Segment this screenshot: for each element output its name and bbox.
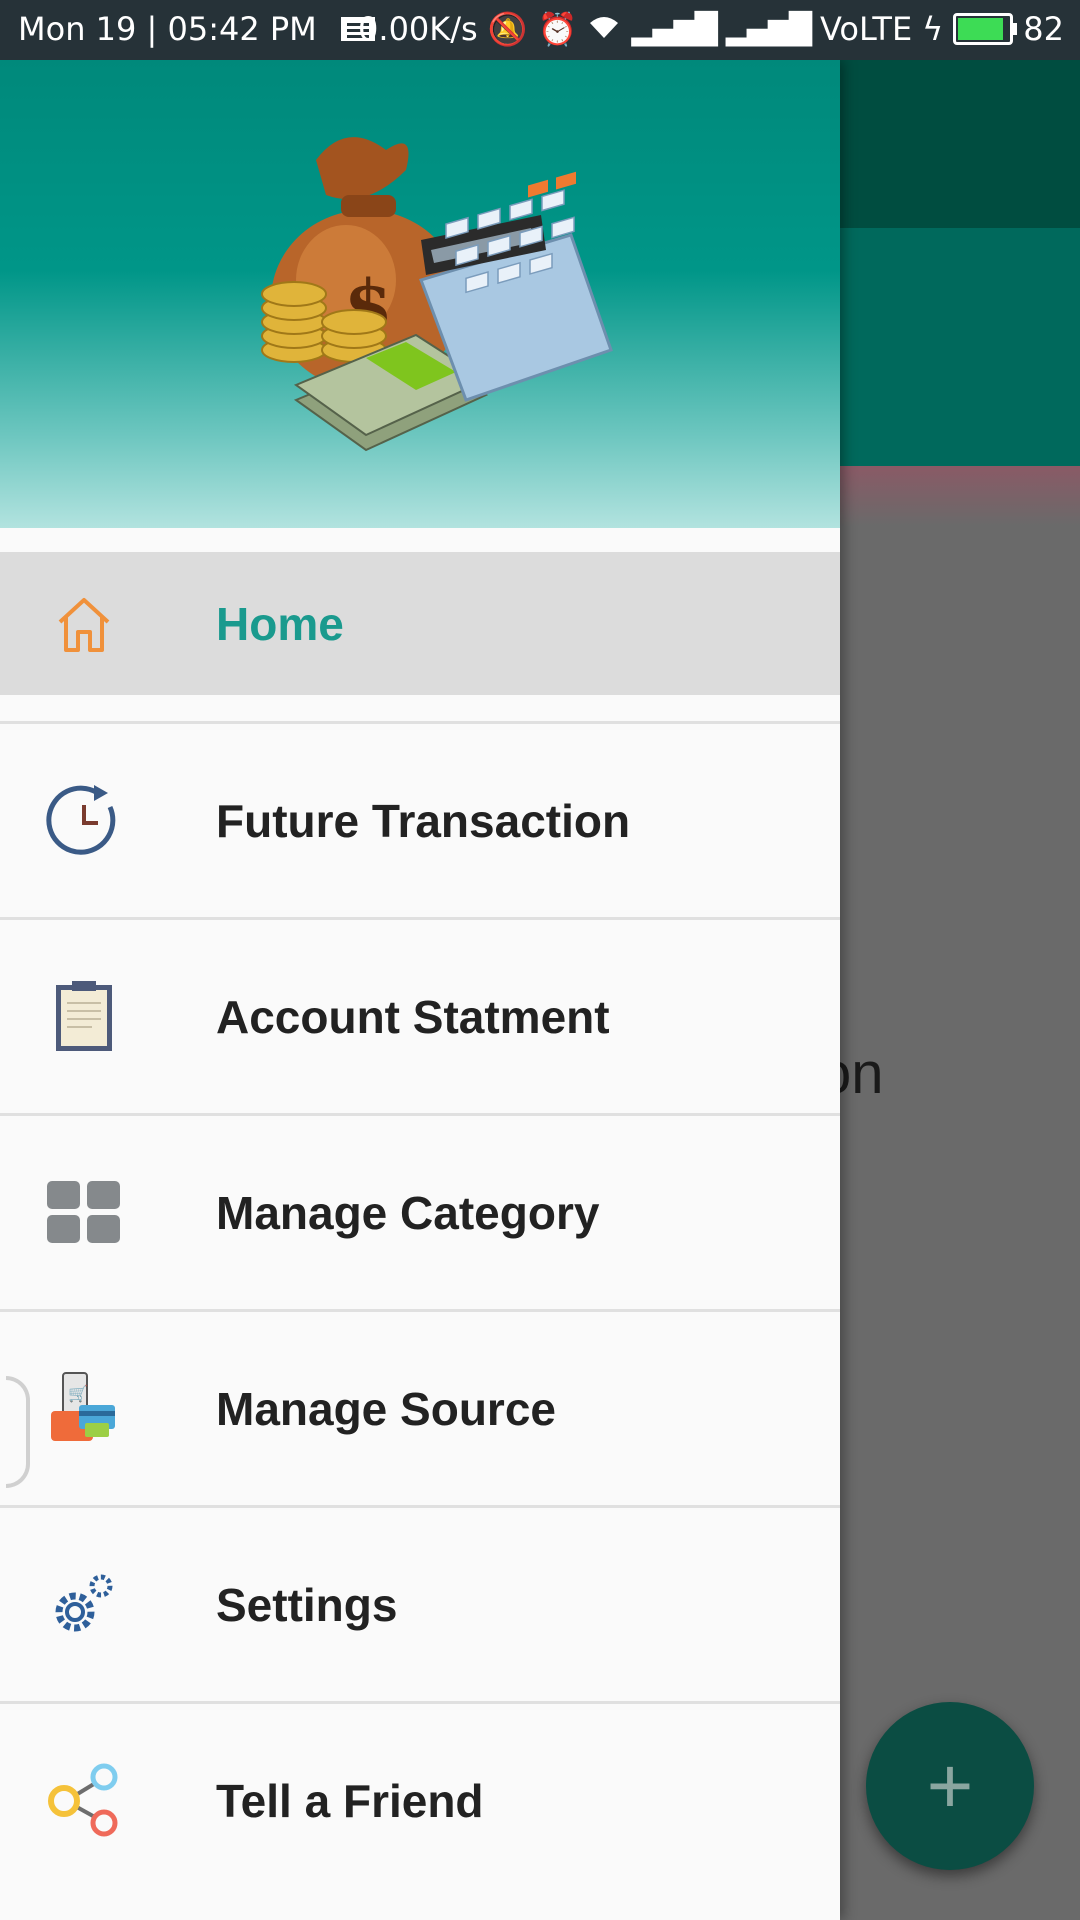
status-time: Mon 19 | 05:42 PM: [18, 10, 317, 48]
battery-icon: [953, 13, 1018, 45]
home-icon: [44, 584, 124, 664]
background-toolbar: [840, 60, 1080, 228]
menu-item-tell-a-friend[interactable]: Tell a Friend: [0, 1704, 840, 1897]
svg-text:🛒: 🛒: [68, 1384, 88, 1403]
menu-item-manage-source[interactable]: 🛒 Manage Source: [0, 1312, 840, 1508]
mute-icon: 🔕: [487, 10, 528, 48]
background-strip: [840, 466, 1080, 526]
wallet-cards-icon: 🛒: [44, 1369, 124, 1449]
menu-item-label: Home: [216, 597, 344, 650]
menu-item-label: Future Transaction: [216, 794, 631, 847]
menu-item-label: Account Statment: [216, 990, 610, 1043]
menu-item-label: Tell a Friend: [216, 1774, 484, 1827]
wifi-icon: [587, 10, 621, 48]
network-type: VoLTE: [820, 10, 913, 48]
background-tabs: [840, 228, 1080, 466]
menu-item-home[interactable]: Home: [0, 552, 840, 695]
alarm-icon: ⏰: [537, 10, 578, 48]
menu-item-future-transaction[interactable]: Future Transaction: [0, 721, 840, 920]
clock-refresh-icon: [44, 781, 124, 861]
edge-swipe-handle[interactable]: [6, 1376, 30, 1488]
money-bag-calculator-illustration: $: [261, 137, 613, 452]
drawer-header: $: [0, 60, 840, 528]
plus-icon: +: [926, 1741, 974, 1830]
navigation-drawer: $ Home Future Transaction Account Statme…: [0, 60, 840, 1920]
menu-item-settings[interactable]: Settings: [0, 1508, 840, 1704]
grid-icon: [44, 1173, 124, 1253]
charging-icon: ϟ: [922, 10, 944, 48]
menu-item-label: Manage Source: [216, 1382, 556, 1435]
menu-item-label: Settings: [216, 1578, 398, 1631]
signal-icon-2: ▂▄▆█: [725, 11, 812, 47]
add-fab-button[interactable]: +: [866, 1702, 1034, 1870]
net-speed: 0.00K/s: [358, 10, 478, 48]
menu-item-manage-category[interactable]: Manage Category: [0, 1116, 840, 1312]
clipboard-icon: [44, 977, 124, 1057]
drawer-menu: Home Future Transaction Account Statment…: [0, 552, 840, 1897]
status-bar: Mon 19 | 05:42 PM 0.00K/s 🔕 ⏰ ▂▄▆█ ▂▄▆█ …: [0, 0, 1080, 60]
battery-level: 82: [1023, 10, 1064, 48]
menu-item-label: Manage Category: [216, 1186, 600, 1239]
gears-icon: [44, 1565, 124, 1645]
share-icon: [44, 1761, 124, 1841]
signal-icon: ▂▄▆█: [631, 11, 717, 47]
menu-item-account-statment[interactable]: Account Statment: [0, 920, 840, 1116]
